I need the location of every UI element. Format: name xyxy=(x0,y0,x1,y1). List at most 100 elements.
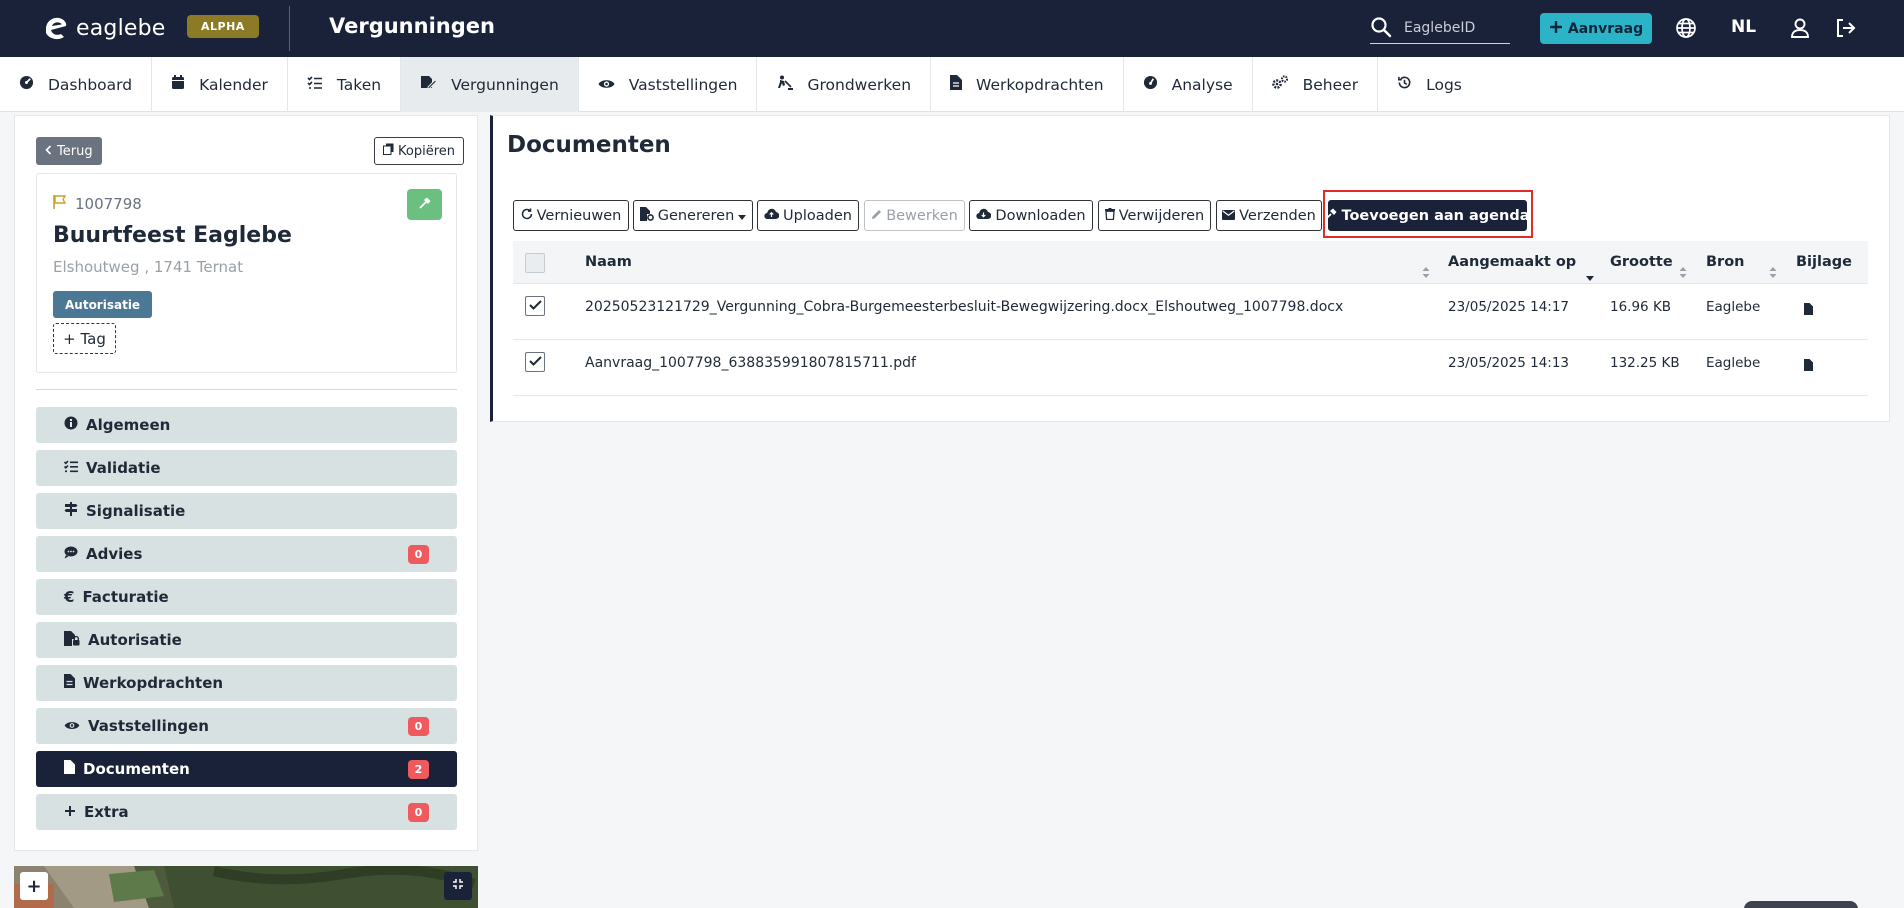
gauge-icon xyxy=(1143,75,1158,94)
map-collapse-button[interactable] xyxy=(444,872,472,900)
sort-icon[interactable] xyxy=(1679,266,1687,282)
cell-created: 23/05/2025 14:13 xyxy=(1448,355,1570,371)
dossier-id: 1007798 xyxy=(53,195,142,213)
select-all-checkbox[interactable] xyxy=(525,253,545,273)
status-tag[interactable]: Autorisatie xyxy=(53,291,153,318)
menu-label: Signalisatie xyxy=(86,502,186,520)
permit-icon xyxy=(420,75,438,94)
download-label: Downloaden xyxy=(995,207,1086,224)
menu-label: Werkopdrachten xyxy=(83,674,224,692)
delete-button[interactable]: Verwijderen xyxy=(1098,200,1211,231)
attachment-file-icon[interactable] xyxy=(1804,303,1813,319)
dashboard-icon xyxy=(19,75,34,94)
floating-button[interactable] xyxy=(1744,901,1858,908)
language-selector[interactable]: NL xyxy=(1731,17,1756,37)
envelope-icon xyxy=(1222,208,1236,224)
nav-kalender[interactable]: Kalender xyxy=(152,57,288,112)
nav-vaststellingen[interactable]: Vaststellingen xyxy=(579,57,758,112)
map-view[interactable]: + xyxy=(14,866,478,908)
logout-icon[interactable] xyxy=(1834,17,1856,43)
logo[interactable]: eaglebe xyxy=(40,14,166,42)
send-button[interactable]: Verzenden xyxy=(1216,200,1322,231)
upload-label: Uploaden xyxy=(783,207,852,224)
cell-created: 23/05/2025 14:17 xyxy=(1448,299,1570,315)
menu-signalisatie[interactable]: Signalisatie xyxy=(36,493,457,529)
digging-icon xyxy=(776,75,794,94)
cell-source: Eaglebe xyxy=(1706,299,1761,315)
eaglebe-logo-icon xyxy=(40,14,70,42)
nav-grondwerken[interactable]: Grondwerken xyxy=(757,57,932,112)
menu-vaststellingen[interactable]: Vaststellingen 0 xyxy=(36,708,457,744)
table-row[interactable]: Aanvraag_1007798_638835991807815711.pdf … xyxy=(513,340,1868,396)
map-zoom-in-button[interactable]: + xyxy=(20,872,48,900)
count-badge: 2 xyxy=(408,760,429,779)
menu-advies[interactable]: Advies 0 xyxy=(36,536,457,572)
new-request-label: Aanvraag xyxy=(1567,20,1644,37)
edit-dossier-button[interactable] xyxy=(407,189,442,220)
file-gear-icon xyxy=(639,206,654,225)
documents-table: Naam Aangemaakt op Grootte Bron Bijlage … xyxy=(513,241,1868,396)
copy-icon xyxy=(383,143,394,159)
send-label: Verzenden xyxy=(1239,207,1316,224)
cell-name[interactable]: 20250523121729_Vergunning_Cobra-Burgemee… xyxy=(585,299,1343,315)
col-name[interactable]: Naam xyxy=(585,254,632,270)
plus-icon xyxy=(64,803,76,821)
nav-taken[interactable]: Taken xyxy=(288,57,402,112)
compress-icon xyxy=(452,878,464,894)
nav-werkopdrachten[interactable]: Werkopdrachten xyxy=(931,57,1124,112)
col-size[interactable]: Grootte xyxy=(1610,254,1673,270)
edit-button[interactable]: Bewerken xyxy=(864,200,965,231)
nav-label: Dashboard xyxy=(48,75,133,94)
menu-autorisatie[interactable]: Autorisatie xyxy=(36,622,457,658)
satellite-map-image xyxy=(14,866,478,908)
menu-documenten[interactable]: Documenten 2 xyxy=(36,751,457,787)
search-input[interactable] xyxy=(1404,14,1510,42)
add-tag-button[interactable]: + Tag xyxy=(53,323,116,354)
nav-logs[interactable]: Logs xyxy=(1378,57,1481,112)
sort-desc-icon[interactable] xyxy=(1586,269,1594,285)
count-badge: 0 xyxy=(408,803,429,822)
back-button[interactable]: Terug xyxy=(36,137,102,165)
copy-label: Kopiëren xyxy=(398,143,455,159)
pencil-icon xyxy=(871,208,882,224)
globe-icon[interactable] xyxy=(1675,17,1697,43)
user-icon[interactable] xyxy=(1789,17,1811,43)
caret-down-icon xyxy=(738,208,747,224)
nav-analyse[interactable]: Analyse xyxy=(1124,57,1253,112)
dossier-address: Elshoutweg , 1741 Ternat xyxy=(53,258,244,276)
plus-icon xyxy=(1549,20,1563,38)
header-divider xyxy=(289,6,290,51)
menu-algemeen[interactable]: Algemeen xyxy=(36,407,457,443)
nav-dashboard[interactable]: Dashboard xyxy=(0,57,153,112)
logo-text: eaglebe xyxy=(76,15,166,41)
nav-beheer[interactable]: Beheer xyxy=(1253,57,1379,112)
flag-icon xyxy=(53,195,67,213)
col-attachment: Bijlage xyxy=(1796,254,1852,270)
menu-werkopdrachten[interactable]: Werkopdrachten xyxy=(36,665,457,701)
history-icon xyxy=(1397,75,1412,94)
menu-facturatie[interactable]: € Facturatie xyxy=(36,579,457,615)
eye-icon xyxy=(64,717,80,735)
attachment-file-icon[interactable] xyxy=(1804,359,1813,375)
menu-validatie[interactable]: Validatie xyxy=(36,450,457,486)
upload-button[interactable]: Uploaden xyxy=(757,200,859,231)
sort-icon[interactable] xyxy=(1769,266,1777,282)
menu-label: Algemeen xyxy=(86,416,171,434)
cell-name[interactable]: Aanvraag_1007798_638835991807815711.pdf xyxy=(585,355,916,371)
nav-label: Beheer xyxy=(1302,75,1359,94)
table-row[interactable]: 20250523121729_Vergunning_Cobra-Burgemee… xyxy=(513,284,1868,340)
sort-icon[interactable] xyxy=(1422,266,1430,282)
row-checkbox[interactable] xyxy=(525,296,545,316)
col-source[interactable]: Bron xyxy=(1706,254,1745,270)
copy-button[interactable]: Kopiëren xyxy=(374,137,464,165)
generate-button[interactable]: Genereren xyxy=(633,200,753,231)
new-request-button[interactable]: Aanvraag xyxy=(1540,13,1652,44)
refresh-button[interactable]: Vernieuwen xyxy=(513,200,629,231)
nav-label: Grondwerken xyxy=(807,75,912,94)
download-button[interactable]: Downloaden xyxy=(969,200,1093,231)
row-checkbox[interactable] xyxy=(525,352,545,372)
search-icon[interactable] xyxy=(1370,16,1392,42)
col-created[interactable]: Aangemaakt op xyxy=(1448,254,1576,270)
nav-vergunningen[interactable]: Vergunningen xyxy=(401,57,579,112)
menu-extra[interactable]: Extra 0 xyxy=(36,794,457,830)
